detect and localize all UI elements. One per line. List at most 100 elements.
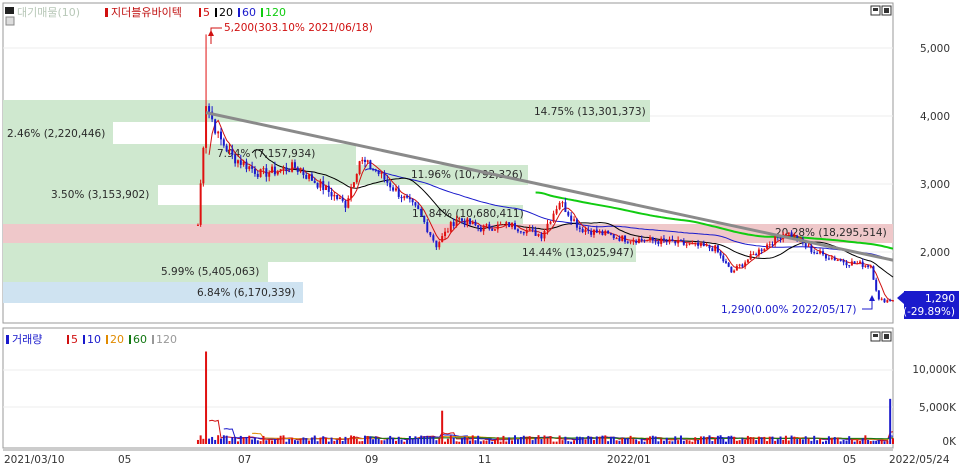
volume-bar <box>830 437 833 444</box>
candle-body <box>691 243 694 245</box>
volume-bar <box>784 435 787 444</box>
volume-bar <box>406 440 409 444</box>
volume-bar <box>463 436 466 444</box>
volume-bar <box>682 440 685 444</box>
volume-bar <box>813 435 816 444</box>
volume-maximize-inner <box>873 334 878 337</box>
volume-bar <box>779 436 782 444</box>
x-tick: 09 <box>365 454 378 466</box>
volume-bar <box>423 436 426 444</box>
candle-body <box>479 227 482 232</box>
candle-body <box>239 160 242 165</box>
candle-body <box>302 170 305 175</box>
legend-dim-series: 대기매물(10) <box>17 6 80 19</box>
volume-bar <box>352 435 355 444</box>
candle-body <box>420 209 423 216</box>
candle-body <box>804 243 807 247</box>
volume-bar <box>543 435 546 444</box>
volume-bar <box>816 440 819 444</box>
candle-body <box>474 221 477 226</box>
legend-ma-label: 10 <box>87 333 101 346</box>
candle-body <box>531 228 534 230</box>
candle-body <box>573 219 576 221</box>
candle-body <box>460 218 463 221</box>
volume-bar <box>760 437 763 444</box>
volume-bar <box>787 440 790 444</box>
volume-bar <box>763 436 766 444</box>
candle-body <box>285 167 288 172</box>
volume-bar <box>389 435 392 444</box>
candle-body <box>595 229 598 233</box>
legend-swatch <box>67 335 69 344</box>
candle-body <box>867 265 870 267</box>
volume-bar <box>333 440 336 444</box>
candle-body <box>662 238 665 241</box>
volume-bar <box>856 439 859 444</box>
candle-body <box>558 202 561 210</box>
candle-body <box>819 251 822 254</box>
volume-bar <box>735 440 738 444</box>
candle-body <box>403 195 406 199</box>
volume-bar <box>880 439 883 444</box>
volume-bar <box>242 437 245 444</box>
candle-body <box>310 174 313 181</box>
legend-ma-label: 60 <box>242 6 256 19</box>
candle-body <box>657 241 660 244</box>
candle-body <box>347 198 350 208</box>
candle-body <box>886 300 889 303</box>
candle-body <box>417 205 420 210</box>
legend-swatch <box>152 335 154 344</box>
volume-bar <box>363 435 366 444</box>
legend-ma-label: 60 <box>133 333 147 346</box>
panel-lock-icon[interactable] <box>5 16 15 26</box>
candle-body <box>499 224 502 226</box>
candle-body <box>231 149 234 155</box>
panel-menu-icon[interactable] <box>5 7 14 14</box>
x-tick: 2022/05/24 <box>889 454 950 466</box>
price-tick: 2,000 <box>920 247 950 259</box>
candle-body <box>313 180 316 183</box>
volume-bar <box>525 438 528 444</box>
candle-body <box>730 266 733 273</box>
volume-bar <box>477 435 480 444</box>
candle-body <box>273 166 276 175</box>
volume-bar <box>869 441 872 444</box>
volume-bar <box>746 435 749 444</box>
volume-bar <box>567 441 570 444</box>
candle-body <box>830 257 833 259</box>
candle-body <box>601 231 604 235</box>
volume-bar <box>549 436 552 444</box>
candle-body <box>749 254 752 260</box>
volume-bar <box>584 439 587 444</box>
volume-bar <box>460 437 463 444</box>
volume-bar <box>668 441 671 444</box>
candle-body <box>372 168 375 170</box>
x-tick: 2021/03/10 <box>4 454 65 466</box>
volume-bar <box>660 438 663 444</box>
candle-body <box>637 238 640 243</box>
candle-body <box>400 196 403 199</box>
volume-bar <box>392 437 395 444</box>
candle-body <box>679 240 682 242</box>
chart-svg: 14.75% (13,301,373) 2.46% (2,220,446) 7.… <box>2 2 959 466</box>
volume-bar <box>253 438 256 444</box>
volume-bar <box>724 441 727 444</box>
volume-bar <box>822 441 825 444</box>
candle-body <box>733 270 736 273</box>
volume-bar <box>702 436 705 444</box>
candle-body <box>374 169 377 171</box>
legend-ma-label: 120 <box>265 6 286 19</box>
candle-body <box>268 172 271 177</box>
volume-bar <box>458 441 461 444</box>
volume-tick: 5,000K <box>919 402 957 414</box>
volume-bar <box>372 439 375 444</box>
candle-body <box>708 245 711 249</box>
candle-body <box>222 139 225 146</box>
current-price-box: 1,290 (-29.89%) <box>897 291 959 319</box>
legend-swatch <box>261 8 263 17</box>
candle-body <box>394 188 397 191</box>
volume-bar <box>595 436 598 444</box>
volume-bar <box>327 441 330 444</box>
candle-body <box>784 234 787 236</box>
legend-marker <box>105 8 108 17</box>
